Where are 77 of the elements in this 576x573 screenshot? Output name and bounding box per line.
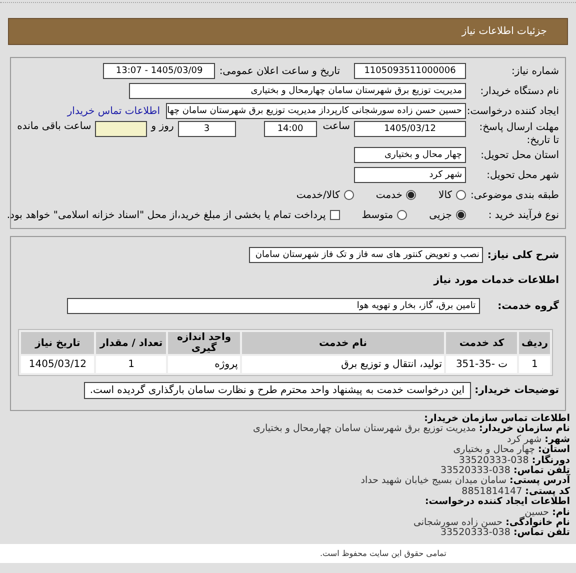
column-header: تاریخ نیاز xyxy=(21,332,94,354)
contact-label: تلفن تماس: xyxy=(513,527,570,538)
table-cell: پروژه xyxy=(168,356,240,373)
contact-label: نام سازمان خریدار: xyxy=(479,423,570,434)
contact-value: 038-33520333 xyxy=(440,527,510,538)
buyer-org-field: مدیریت توزیع برق شهرستان سامان چهارمحال و بختیاری xyxy=(129,83,466,99)
days-field: 3 xyxy=(178,121,236,137)
radio-button[interactable] xyxy=(456,190,466,200)
radio-button[interactable] xyxy=(344,190,354,200)
column-header: واحد اندازه گیری xyxy=(168,332,240,354)
field-label: توضیحات خریدار: xyxy=(474,384,559,396)
field-label: نام دستگاه خریدار: xyxy=(479,86,559,96)
contact-label: کد پستی: xyxy=(525,486,570,497)
contact-value: شهر کرد xyxy=(507,434,542,445)
field-label: شماره نیاز: xyxy=(510,66,559,76)
need-number-field: 1105093511000006 xyxy=(354,63,466,79)
contact-label: استان: xyxy=(538,444,570,456)
option-label: خدمت xyxy=(376,190,402,200)
field-label: استان محل تحویل: xyxy=(480,150,559,160)
contact-value: 038-33520333 xyxy=(458,454,529,466)
option-label: جزیی xyxy=(429,210,452,220)
radio-button[interactable] xyxy=(406,190,416,200)
column-header: نام خدمت xyxy=(242,332,444,354)
contact-value: حسین xyxy=(524,506,550,518)
table-cell: 1 xyxy=(96,356,166,373)
buyer-notes-box: این درخواست خدمت به پیشنهاد واحد محترم طرح و نظارت سامان بارگذاری گردیده است. xyxy=(84,382,471,398)
section-title: اطلاعات ایجاد کننده درخواست: xyxy=(424,496,570,508)
field-label: ساعت باقی مانده xyxy=(17,121,92,132)
requester-field: حسین حسن زاده سورشجانی کارپرداز مدیریت توزیع برق شهرستان سامان چها xyxy=(166,103,466,119)
radio-button[interactable] xyxy=(456,210,466,220)
city-field: شهر کرد xyxy=(354,167,466,183)
contact-label: شهر: xyxy=(544,434,570,445)
field-label: گروه خدمت: xyxy=(498,300,559,312)
field-label: طبقه بندی موضوعی: xyxy=(471,190,559,200)
column-header: تعداد / مقدار xyxy=(96,332,166,354)
contact-value: چهار محال و بختیاری xyxy=(453,444,536,456)
contact-label: دورنگار: xyxy=(532,454,570,466)
field-label: شهر محل تحویل: xyxy=(486,170,559,180)
table-cell: 1 xyxy=(519,356,550,373)
checkbox[interactable] xyxy=(330,210,340,220)
buyer-contact-link[interactable]: اطلاعات تماس خریدار xyxy=(67,106,160,116)
option-label: کالا/خدمت xyxy=(296,190,340,200)
contact-value: مدیریت توزیع برق شهرستان سامان چهارمحال و بختیاری xyxy=(252,423,476,434)
contact-value: سامان میدان بسیج خیابان شهید حداد xyxy=(360,475,506,486)
field-label: شرح کلی نیاز: xyxy=(487,250,559,260)
table-cell: تولید، انتقال و توزیع برق xyxy=(242,356,444,373)
contact-label: نام: xyxy=(552,506,570,518)
section-title: اطلاعات خدمات مورد نیاز xyxy=(434,274,559,286)
service-group-field: تامین برق، گاز، بخار و تهویه هوا xyxy=(66,298,480,314)
contact-label: تلفن تماس: xyxy=(513,465,570,476)
radio-button[interactable] xyxy=(397,210,408,220)
remaining-hours-field xyxy=(95,121,148,137)
need-description-field: نصب و تعویض کنتور های سه فاز و تک فاز شهرستان سامان xyxy=(249,247,484,263)
field-label: مهلت ارسال پاسخ: تا تاریخ: xyxy=(478,121,559,147)
contact-label: آدرس پستی: xyxy=(509,475,570,486)
column-header: ردیف xyxy=(519,332,550,354)
announce-date-field: 1405/03/09 - 13:07 xyxy=(103,63,216,79)
page-title: جزئیات اطلاعات نیاز xyxy=(462,26,547,37)
section-title: اطلاعات تماس سازمان خریدار: xyxy=(424,413,570,424)
province-field: چهار محال و بختیاری xyxy=(354,147,466,163)
copyright-text: تمامی حقوق این سایت محفوظ است. xyxy=(320,549,446,558)
deadline-date-field: 1405/03/12 xyxy=(354,121,466,137)
column-header: کد خدمت xyxy=(446,332,518,354)
option-label: متوسط xyxy=(362,210,394,220)
field-label: نوع فرآیند خرید : xyxy=(487,210,559,220)
option-label: کالا xyxy=(438,190,452,200)
deadline-time-field: 14:00 xyxy=(264,121,317,137)
contact-label: نام خانوادگی: xyxy=(506,517,570,528)
field-label: ساعت xyxy=(322,121,350,132)
contact-value: حسن زاده سورشجانی xyxy=(413,517,503,528)
contact-value: 038-33520333 xyxy=(440,465,510,476)
field-label: روز و xyxy=(151,121,174,132)
table-cell: 1405/03/12 xyxy=(21,356,94,373)
treasury-note: پرداخت تمام یا بخشی از مبلغ خرید،از محل "اسناد خزانه اسلامی" خواهد بود. xyxy=(6,210,326,220)
field-label: تاریخ و ساعت اعلان عمومی: xyxy=(219,66,340,76)
table-cell: ت -35-351 xyxy=(446,356,518,373)
contact-value: 8851814147 xyxy=(462,486,522,497)
